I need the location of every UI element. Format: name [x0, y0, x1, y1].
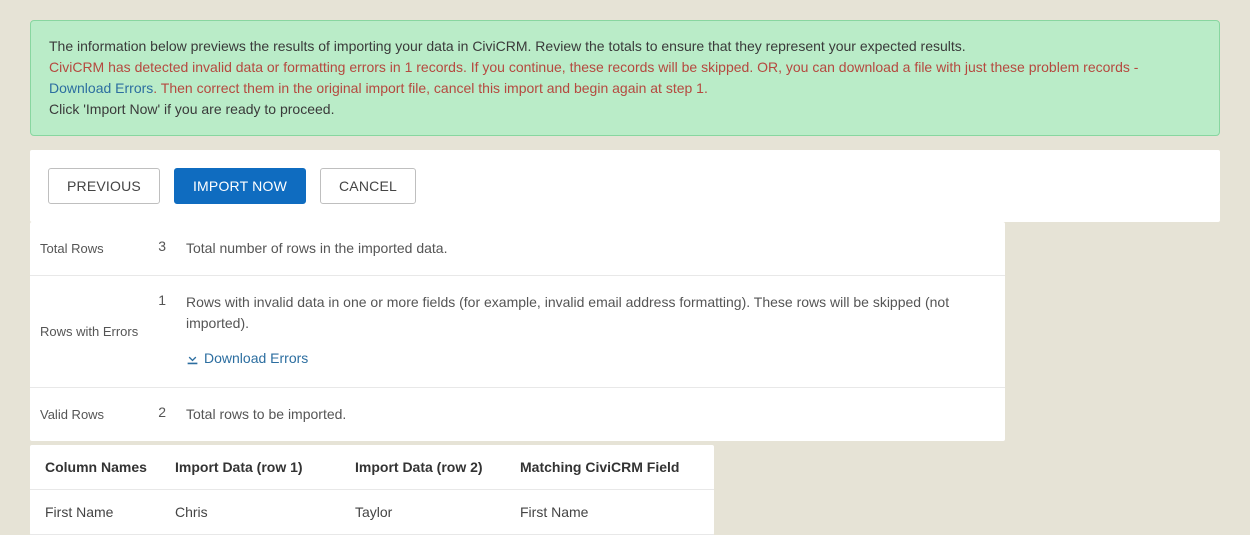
preview-header: Import Data (row 2) — [355, 459, 520, 475]
stats-count: 2 — [148, 404, 172, 420]
stats-label: Valid Rows — [40, 407, 148, 422]
download-errors-link-alert[interactable]: Download Errors — [49, 80, 153, 96]
download-icon — [186, 352, 199, 365]
preview-cell: Chris — [175, 504, 355, 520]
stats-row-valid: Valid Rows 2 Total rows to be imported. — [30, 388, 1005, 441]
preview-cell: First Name — [520, 504, 699, 520]
stats-row-errors: Rows with Errors 1 Rows with invalid dat… — [30, 276, 1005, 388]
download-errors-link[interactable]: Download Errors — [186, 348, 308, 369]
stats-count: 3 — [148, 238, 172, 254]
preview-header: Column Names — [45, 459, 175, 475]
stats-row-total: Total Rows 3 Total number of rows in the… — [30, 222, 1005, 276]
preview-header-row: Column Names Import Data (row 1) Import … — [30, 445, 714, 490]
stats-desc: Total rows to be imported. — [172, 404, 995, 425]
preview-cell: First Name — [45, 504, 175, 520]
previous-button[interactable]: Previous — [48, 168, 160, 204]
preview-cell: Taylor — [355, 504, 520, 520]
column-preview-table: Column Names Import Data (row 1) Import … — [30, 445, 714, 535]
alert-proceed-line: Click 'Import Now' if you are ready to p… — [49, 99, 1201, 120]
preview-header: Matching CiviCRM Field — [520, 459, 699, 475]
preview-header: Import Data (row 1) — [175, 459, 355, 475]
import-now-button[interactable]: Import Now — [174, 168, 306, 204]
stats-count: 1 — [148, 292, 172, 308]
alert-error-line: CiviCRM has detected invalid data or for… — [49, 57, 1201, 99]
import-stats-table: Total Rows 3 Total number of rows in the… — [30, 222, 1005, 441]
alert-info-line: The information below previews the resul… — [49, 36, 1201, 57]
import-preview-alert: The information below previews the resul… — [30, 20, 1220, 136]
action-panel: Previous Import Now Cancel — [30, 150, 1220, 222]
stats-label: Total Rows — [40, 241, 148, 256]
preview-data-row: First Name Chris Taylor First Name — [30, 490, 714, 535]
cancel-button[interactable]: Cancel — [320, 168, 416, 204]
stats-desc: Rows with invalid data in one or more fi… — [172, 292, 995, 371]
stats-desc: Total number of rows in the imported dat… — [172, 238, 995, 259]
stats-label: Rows with Errors — [40, 324, 148, 339]
